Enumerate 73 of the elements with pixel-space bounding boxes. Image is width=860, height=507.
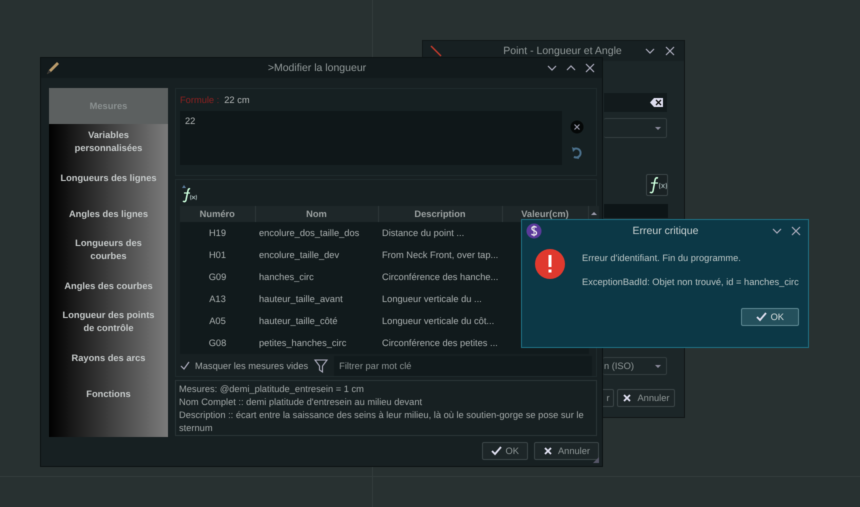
table-cell: G09 <box>180 266 255 288</box>
column-header[interactable]: Description <box>378 206 502 222</box>
table-cell: hanches_circ <box>255 266 378 288</box>
check-icon <box>756 312 767 322</box>
close-icon <box>622 393 634 403</box>
table-cell: Circonférence des petites ... <box>378 332 502 354</box>
close-icon <box>665 46 675 56</box>
chevron-down-icon <box>547 63 557 73</box>
chevron-down-icon <box>645 46 655 56</box>
dialog-button[interactable]: Annuler <box>617 389 675 407</box>
function-icon <box>180 184 198 203</box>
close-icon <box>542 446 554 456</box>
formula-label: Formule : <box>180 95 220 105</box>
table-cell: petites_hanches_circ <box>255 332 378 354</box>
backspace-icon <box>650 97 663 108</box>
table-cell: hauteur_taille_avant <box>255 288 378 310</box>
function-button[interactable] <box>646 174 668 196</box>
filter-icon <box>314 359 328 373</box>
dialog-button[interactable]: OK <box>740 308 799 326</box>
table-cell: Distance du point ... <box>378 222 502 244</box>
caret-icon <box>655 364 661 368</box>
window-title: Point - Longueur et Angle <box>502 45 623 57</box>
table-cell: Circonférence des hanche... <box>378 266 502 288</box>
table-cell: hauteur_taille_côté <box>255 310 378 332</box>
error-detail: ExceptionBadId: Objet non trouvé, id = hanches_circ <box>582 277 799 287</box>
table-cell: encolure_dos_taille_dos <box>255 222 378 244</box>
clear-button[interactable] <box>569 119 585 135</box>
sidebar-item[interactable]: Longueurs des courbes <box>49 232 168 268</box>
caret-icon <box>655 126 661 130</box>
formula-field[interactable]: 22 <box>180 111 562 165</box>
check-icon <box>180 361 190 371</box>
error-icon <box>535 249 565 279</box>
info-text: Mesures: @demi_platitude_entresein = 1 cm <box>179 383 365 396</box>
pencil-icon <box>45 60 60 76</box>
chevron-down-icon <box>772 226 782 236</box>
dialog-title: Erreur critique <box>632 224 700 236</box>
ruler-icon <box>429 44 443 58</box>
info-text: Nom Complet :: demi platitude d'entresein au milieu devant <box>179 396 424 409</box>
sidebar-item[interactable]: Longueur des points de contrôle <box>49 304 168 340</box>
error-message: Erreur d'identifiant. Fin du programme. <box>582 253 742 263</box>
table-cell: A05 <box>180 310 255 332</box>
column-header[interactable]: Numéro <box>180 206 255 222</box>
filter-field[interactable]: Filtrer par mot clé <box>334 356 592 376</box>
sidebar-item[interactable]: Rayons des arcs <box>49 340 168 376</box>
sidebar-item[interactable]: Variables personnalisées <box>49 124 168 160</box>
app-logo-icon <box>526 222 542 238</box>
sidebar-item[interactable]: Angles des courbes <box>49 268 168 304</box>
table-cell: Longueur verticale du ... <box>378 288 502 310</box>
resize-grip-icon <box>592 456 600 464</box>
dialog-button[interactable]: r <box>603 389 614 407</box>
table-cell: H01 <box>180 244 255 266</box>
function-icon <box>647 176 667 194</box>
close-icon <box>585 63 595 73</box>
sidebar-item[interactable]: Fonctions <box>49 376 168 412</box>
table-cell: From Neck Front, over tap... <box>378 244 502 266</box>
table-cell: Longueur verticale du côt... <box>378 310 502 332</box>
formula-result: 22 cm <box>224 95 250 105</box>
checkbox[interactable]: Masquer les mesures vides <box>180 361 308 371</box>
dialog-button[interactable]: OK <box>482 442 528 460</box>
table-cell: G08 <box>180 332 255 354</box>
input-field[interactable] <box>604 93 667 112</box>
column-header[interactable]: Nom <box>255 206 378 222</box>
table-cell: encolure_taille_dev <box>255 244 378 266</box>
table-cell: A13 <box>180 288 255 310</box>
close-icon <box>791 226 801 236</box>
dialog-button[interactable]: Annuler <box>534 442 599 460</box>
sidebar-item[interactable]: Longueurs des lignes <box>49 160 168 196</box>
table-cell: H19 <box>180 222 255 244</box>
chevron-up-icon <box>566 63 576 73</box>
window-title: >Modifier la longueur <box>266 62 368 74</box>
check-icon <box>490 446 502 456</box>
info-text: Description :: écart entre la saissance des seins à leur milieu, là où le soutien-gorge se pose sur le sternum <box>179 409 585 435</box>
sidebar-item[interactable]: Angles des lignes <box>49 196 168 232</box>
